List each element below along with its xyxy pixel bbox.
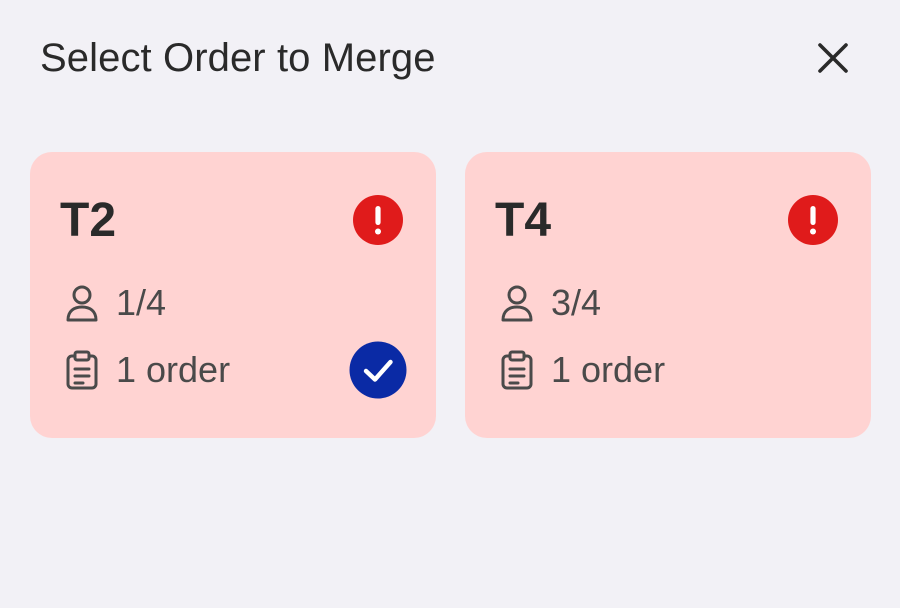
exclamation-circle-icon	[788, 195, 838, 245]
table-name: T2	[60, 194, 117, 247]
order-count-row: 1 order	[499, 347, 665, 393]
guest-count: 1/4	[116, 282, 167, 323]
order-count: 1 order	[116, 349, 231, 390]
guest-count-row: 1/4	[64, 280, 166, 326]
person-icon	[499, 283, 535, 323]
close-button[interactable]	[807, 32, 859, 84]
order-count: 1 order	[551, 349, 666, 390]
selected-check-icon	[349, 341, 407, 399]
table-card-t4[interactable]: T4 3/4 1 order	[465, 152, 871, 438]
person-icon	[64, 283, 100, 323]
clipboard-icon	[64, 350, 100, 390]
table-card-list: T2 1/4 1 order T4 3/4 1 order	[30, 152, 872, 438]
guest-count: 3/4	[551, 282, 602, 323]
dialog-title: Select Order to Merge	[40, 36, 436, 80]
table-card-t2[interactable]: T2 1/4 1 order	[30, 152, 436, 438]
dialog-header: Select Order to Merge	[0, 0, 900, 110]
clipboard-icon	[499, 350, 535, 390]
exclamation-circle-icon	[353, 195, 403, 245]
order-count-row: 1 order	[64, 347, 230, 393]
guest-count-row: 3/4	[499, 280, 601, 326]
table-name: T4	[495, 194, 552, 247]
close-icon	[818, 43, 848, 73]
